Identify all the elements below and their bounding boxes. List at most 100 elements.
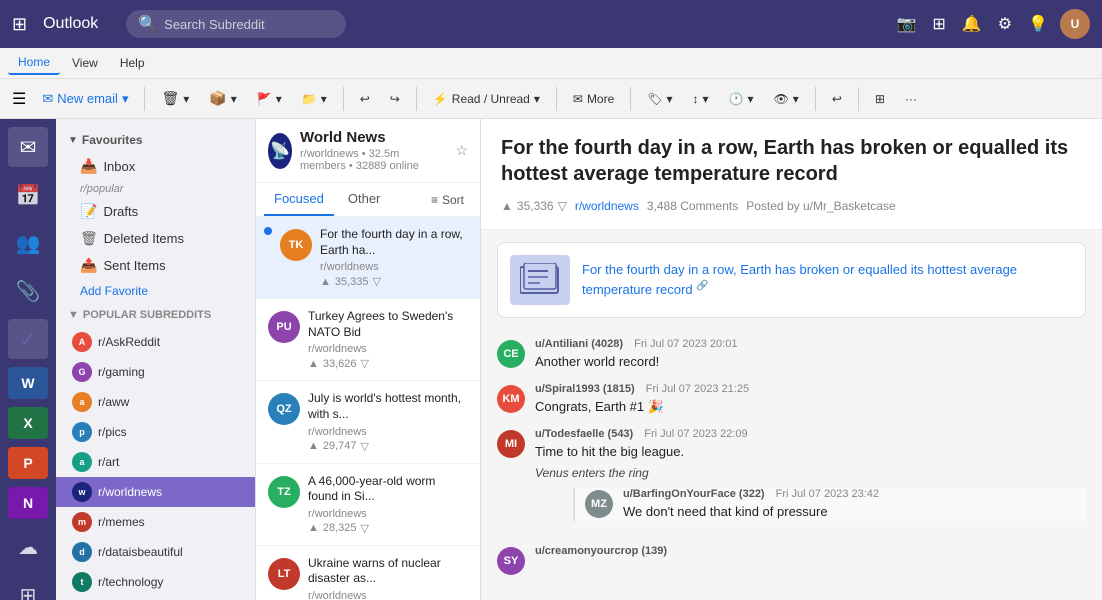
- subreddit-item-worldnews[interactable]: w r/worldnews: [56, 477, 255, 507]
- folder-item-sent[interactable]: 📤 Sent Items: [56, 252, 255, 279]
- move-button[interactable]: 📁▾: [294, 88, 335, 110]
- nav-mail-icon[interactable]: ✉: [8, 127, 48, 167]
- feed-item-content-0: For the fourth day in a row, Earth ha...…: [320, 227, 468, 288]
- ribbon-actions: ☰ ✉ New email ▾ 🗑▾ 📦▾ 🚩▾ 📁▾ ↩ ↪ ⚡ Read /…: [0, 78, 1102, 118]
- folder-item-drafts[interactable]: 📝 Drafts: [56, 198, 255, 225]
- read-icon: ✉: [573, 92, 583, 106]
- subreddit-badge-askreddit: A: [72, 332, 92, 352]
- folder-tree: ▼ Favourites 📥 Inbox r/popular 📝 Drafts …: [56, 119, 256, 600]
- quick-steps-button[interactable]: ⚡ Read / Unread ▾: [425, 88, 548, 110]
- nav-calendar-icon[interactable]: 📅: [8, 175, 48, 215]
- subreddit-item-askreddit[interactable]: A r/AskReddit: [56, 327, 255, 357]
- nav-people-icon[interactable]: 👥: [8, 223, 48, 263]
- nav-onenote-icon[interactable]: N: [8, 487, 48, 519]
- feed-item[interactable]: LT Ukraine warns of nuclear disaster as.…: [256, 546, 480, 600]
- dropdown-arrow-icon[interactable]: ▾: [122, 91, 129, 107]
- redo-button[interactable]: ↪: [382, 88, 408, 110]
- subreddit-item-pics[interactable]: p r/pics: [56, 417, 255, 447]
- more-button[interactable]: ···: [897, 88, 925, 110]
- clock-button[interactable]: 🕐▾: [721, 88, 762, 110]
- add-favorite-link[interactable]: Add Favorite: [56, 279, 255, 303]
- subreddit-icon: 📡: [268, 133, 292, 169]
- nav-tasks-icon[interactable]: ✓: [8, 319, 48, 359]
- view-button[interactable]: 👁▾: [766, 88, 807, 110]
- nav-onedrive-icon[interactable]: ☁: [8, 527, 48, 567]
- main-content: ✉ 📅 👥 📎 ✓ W X P N ☁ ⊞ ▼ Favourites 📥 Inb…: [0, 119, 1102, 600]
- bulb-icon[interactable]: 💡: [1024, 10, 1052, 38]
- inbox-icon: 📥: [80, 158, 97, 175]
- subreddit-badge-worldnews: w: [72, 482, 92, 502]
- folder-item-inbox[interactable]: 📥 Inbox: [56, 153, 255, 180]
- subreddit-item-art[interactable]: a r/art: [56, 447, 255, 477]
- feed-tab-other[interactable]: Other: [338, 183, 391, 216]
- favourites-header[interactable]: ▼ Favourites: [56, 127, 255, 153]
- article-link[interactable]: For the fourth day in a row, Earth has b…: [582, 261, 1073, 299]
- feed-item[interactable]: PU Turkey Agrees to Sweden's NATO Bid r/…: [256, 299, 480, 381]
- subreddit-separator2: •: [349, 160, 356, 172]
- table-button[interactable]: ⊞: [867, 88, 893, 110]
- ribbon-tab-help[interactable]: Help: [110, 52, 155, 74]
- feed-item-votes-2: ▲ 29,747 ▽: [308, 440, 468, 453]
- feed-item[interactable]: QZ July is world's hottest month, with s…: [256, 381, 480, 463]
- nav-powerpoint-icon[interactable]: P: [8, 447, 48, 479]
- subreddit-item-dataisbeautiful[interactable]: d r/dataisbeautiful: [56, 537, 255, 567]
- folder-item-deleted[interactable]: 🗑 Deleted Items: [56, 225, 255, 252]
- post-comments: 3,488 Comments: [647, 199, 738, 213]
- archive-icon: 📦: [209, 90, 226, 107]
- archive-button[interactable]: 📦▾: [201, 86, 244, 111]
- article-anchor[interactable]: For the fourth day in a row, Earth has b…: [582, 262, 1017, 297]
- inbox-label: Inbox: [103, 159, 243, 174]
- undo-button[interactable]: ↩: [352, 88, 378, 110]
- subreddit-item-technology[interactable]: t r/technology: [56, 567, 255, 597]
- search-icon: 🔍: [138, 14, 158, 34]
- feed-item-votes-0: ▲ 35,335 ▽: [320, 275, 468, 288]
- feed-sort-button[interactable]: ≡ Sort: [423, 189, 472, 211]
- tag-button[interactable]: 🏷▾: [639, 88, 680, 110]
- popular-subreddits-header[interactable]: ▼ Popular Subreddits: [56, 303, 255, 327]
- delete-button[interactable]: 🗑▾: [153, 86, 197, 111]
- undo2-button[interactable]: ↩: [824, 88, 850, 110]
- read-unread-button[interactable]: ✉ More: [565, 88, 622, 110]
- notification-icon[interactable]: 🔔: [958, 10, 986, 38]
- nested-comment: MZ u/BarfingOnYourFace (322) Fri Jul 07 …: [573, 488, 1086, 521]
- nav-excel-icon[interactable]: X: [8, 407, 48, 439]
- subreddit-item-gaming[interactable]: G r/gaming: [56, 357, 255, 387]
- new-email-button[interactable]: ✉ New email ▾: [34, 87, 136, 111]
- downvote-arrow-icon[interactable]: ▽: [558, 199, 567, 213]
- vote-count-2: 29,747: [323, 440, 357, 452]
- grid-icon[interactable]: ⊞: [928, 10, 949, 38]
- nav-attachment-icon[interactable]: 📎: [8, 271, 48, 311]
- flag-icon: 🚩: [257, 92, 272, 106]
- hamburger-icon[interactable]: ☰: [8, 85, 30, 113]
- waffle-icon[interactable]: ⊞: [12, 14, 27, 35]
- ribbon: Home View Help ☰ ✉ New email ▾ 🗑▾ 📦▾ 🚩▾ …: [0, 48, 1102, 119]
- avatar[interactable]: U: [1060, 9, 1090, 39]
- screen-icon[interactable]: 📷: [892, 10, 920, 38]
- comment-body-2: u/Todesfaelle (543) Fri Jul 07 2023 22:0…: [535, 428, 1086, 532]
- ribbon-tab-view[interactable]: View: [62, 52, 108, 74]
- gear-icon[interactable]: ⚙: [994, 10, 1016, 38]
- comment-body-0: u/Antiliani (4028) Fri Jul 07 2023 20:01…: [535, 338, 1086, 371]
- upvote-arrow-icon[interactable]: ▲: [501, 199, 513, 213]
- subreddit-item-aww[interactable]: a r/aww: [56, 387, 255, 417]
- subreddit-item-memes[interactable]: m r/memes: [56, 507, 255, 537]
- search-bar: 🔍: [126, 10, 346, 38]
- feed-items: TK For the fourth day in a row, Earth ha…: [256, 217, 480, 600]
- ribbon-tab-home[interactable]: Home: [8, 51, 60, 75]
- nav-apps-icon[interactable]: ⊞: [8, 575, 48, 600]
- star-icon[interactable]: ☆: [455, 142, 468, 159]
- sort-button[interactable]: ↕▾: [685, 88, 717, 110]
- subreddit-badge-dataisbeautiful: d: [72, 542, 92, 562]
- post-subreddit-link[interactable]: r/worldnews: [575, 199, 639, 213]
- subreddit-badge-gaming: G: [72, 362, 92, 382]
- feed-tab-focused[interactable]: Focused: [264, 183, 334, 216]
- table-icon: ⊞: [875, 92, 885, 106]
- comment-username-0: u/Antiliani (4028): [535, 338, 623, 350]
- nav-word-icon[interactable]: W: [8, 367, 48, 399]
- feed-item-avatar-4: LT: [268, 558, 300, 590]
- feed-item-sub-1: r/worldnews: [308, 343, 468, 355]
- feed-item[interactable]: TK For the fourth day in a row, Earth ha…: [256, 217, 480, 299]
- search-input[interactable]: [164, 17, 324, 32]
- flag-button[interactable]: 🚩▾: [249, 88, 290, 110]
- feed-item[interactable]: TZ A 46,000-year-old worm found in Si...…: [256, 464, 480, 546]
